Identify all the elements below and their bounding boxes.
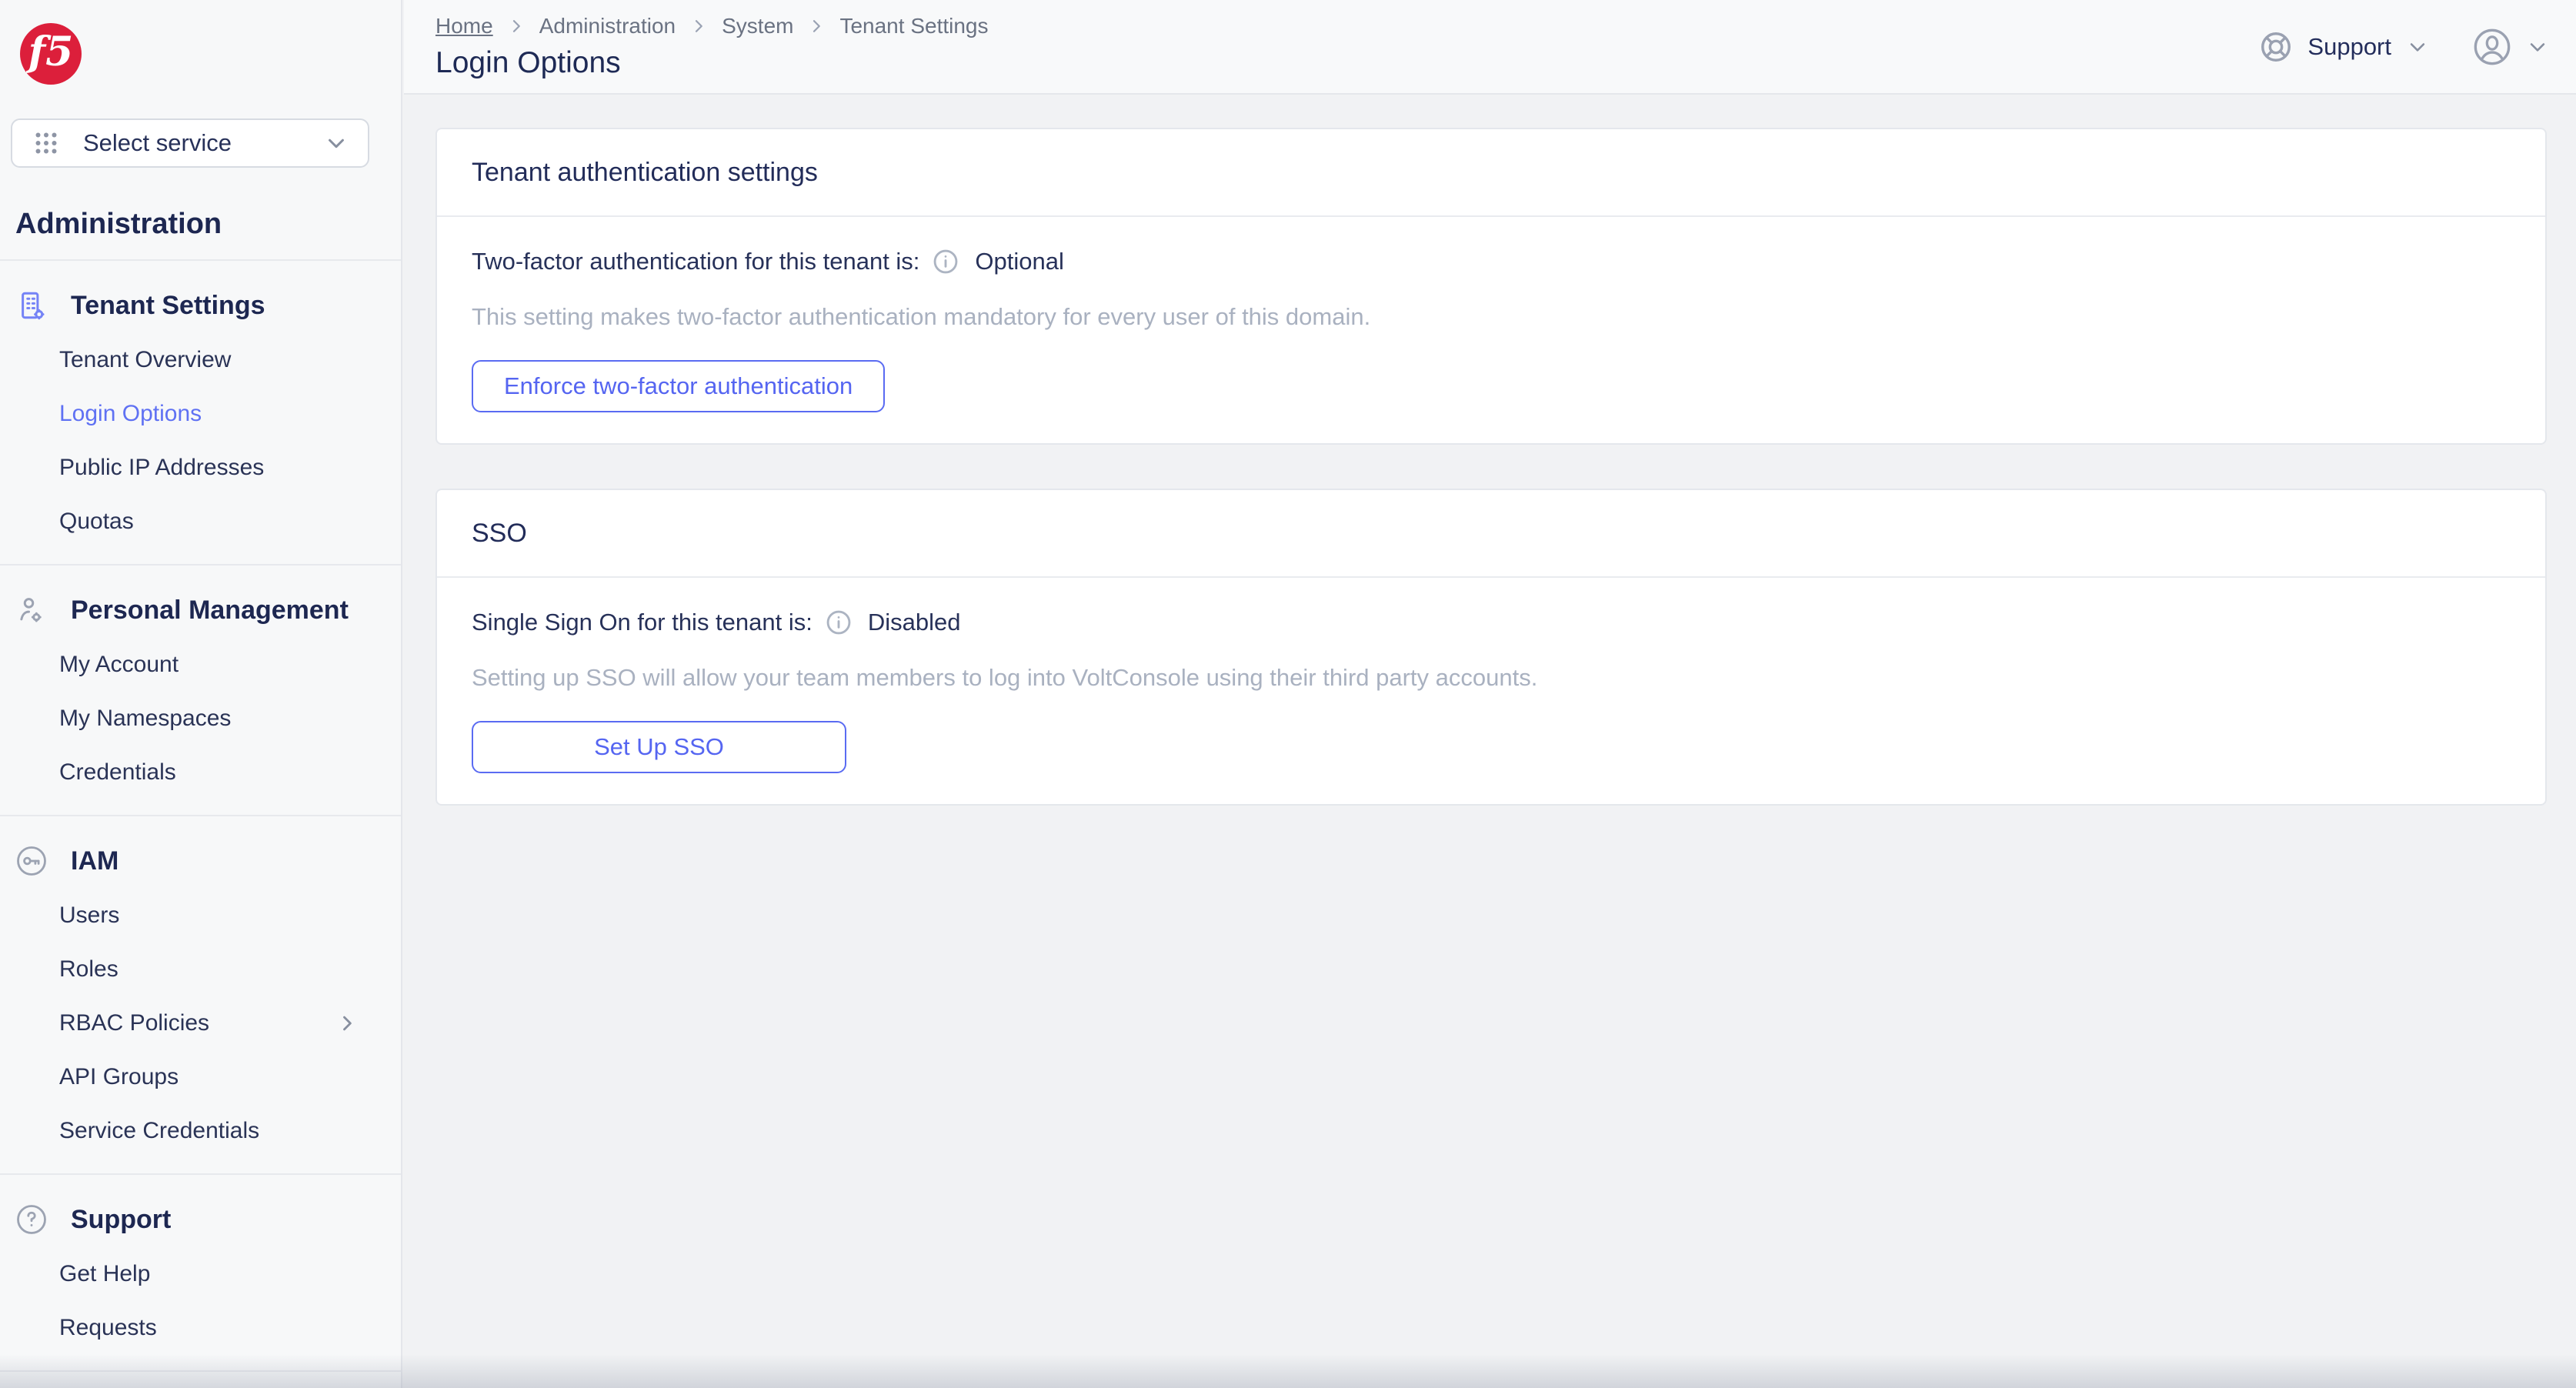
set-up-sso-button[interactable]: Set Up SSO xyxy=(472,721,846,773)
card-title: SSO xyxy=(437,490,2545,578)
sidebar-item-service-credentials[interactable]: Service Credentials xyxy=(59,1104,358,1158)
nav-item-label: Get Help xyxy=(59,1261,151,1286)
sidebar-item-login-options[interactable]: Login Options xyxy=(59,387,358,441)
chevron-down-icon xyxy=(329,138,344,148)
support-menu-label: Support xyxy=(2307,32,2391,60)
nav-section-tenant-settings: Tenant Settings Tenant Overview Login Op… xyxy=(0,259,401,564)
sidebar-nav: Tenant Settings Tenant Overview Login Op… xyxy=(0,259,401,1372)
sidebar-item-quotas[interactable]: Quotas xyxy=(59,495,358,549)
section-header-personal-management[interactable]: Personal Management xyxy=(15,595,358,626)
chevron-right-icon xyxy=(813,19,821,32)
section-label: Tenant Settings xyxy=(71,290,265,320)
section-label: Support xyxy=(71,1204,172,1234)
grid-icon xyxy=(35,132,57,154)
life-buoy-icon xyxy=(2261,32,2291,62)
sidebar-item-roles[interactable]: Roles xyxy=(59,943,358,996)
sidebar-item-my-account[interactable]: My Account xyxy=(59,638,358,692)
user-menu[interactable] xyxy=(2473,28,2548,66)
two-factor-status-value: Optional xyxy=(975,248,1064,275)
chevron-down-icon xyxy=(2530,42,2545,52)
key-icon xyxy=(17,846,46,876)
chevron-right-icon xyxy=(343,1016,352,1031)
header-left: Home Administration System Tenant Settin… xyxy=(435,14,989,80)
nav-item-label: Credentials xyxy=(59,759,176,785)
card-body: Single Sign On for this tenant is: Disab… xyxy=(437,578,2545,804)
select-service-label: Select service xyxy=(83,129,232,156)
breadcrumb: Home Administration System Tenant Settin… xyxy=(435,14,989,38)
nav-item-label: Tenant Overview xyxy=(59,347,232,372)
breadcrumb-administration[interactable]: Administration xyxy=(539,14,676,38)
nav-section-personal-management: Personal Management My Account My Namesp… xyxy=(0,564,401,815)
breadcrumb-home[interactable]: Home xyxy=(435,14,493,38)
help-icon xyxy=(17,1205,46,1234)
person-gear-icon xyxy=(20,598,42,622)
nav-item-label: Roles xyxy=(59,956,118,982)
section-header-tenant-settings[interactable]: Tenant Settings xyxy=(15,290,358,321)
f5-logo: f5 xyxy=(20,23,82,85)
section-label: IAM xyxy=(71,846,119,876)
user-avatar-icon xyxy=(2474,28,2511,65)
chevron-right-icon xyxy=(512,19,520,32)
two-factor-description: This setting makes two-factor authentica… xyxy=(472,303,1371,330)
page-title: Login Options xyxy=(435,45,621,79)
support-menu[interactable]: Support xyxy=(2258,29,2428,65)
tenant-settings-icon xyxy=(22,292,45,320)
main-content: Tenant authentication settings Two-facto… xyxy=(404,96,2576,1388)
enforce-two-factor-button[interactable]: Enforce two-factor authentication xyxy=(472,360,886,412)
nav-item-label: RBAC Policies xyxy=(59,1010,210,1036)
two-factor-status-label: Two-factor authentication for this tenan… xyxy=(472,248,920,275)
breadcrumb-tenant-settings: Tenant Settings xyxy=(839,13,989,38)
card-title: Tenant authentication settings xyxy=(437,129,2545,217)
product-title: Administration xyxy=(15,208,222,240)
nav-item-label: Service Credentials xyxy=(59,1118,260,1143)
sidebar: f5 Select service Administration Tenant … xyxy=(0,0,402,1388)
sidebar-item-tenant-overview[interactable]: Tenant Overview xyxy=(59,333,358,387)
breadcrumb-system[interactable]: System xyxy=(722,14,793,38)
two-factor-status-row: Two-factor authentication for this tenan… xyxy=(472,246,2511,277)
sso-description: Setting up SSO will allow your team memb… xyxy=(472,664,1538,691)
info-icon[interactable] xyxy=(825,609,853,636)
chevron-down-icon xyxy=(2410,42,2425,52)
sidebar-item-api-groups[interactable]: API Groups xyxy=(59,1050,358,1104)
sso-status-value: Disabled xyxy=(867,609,961,636)
nav-section-iam: IAM Users Roles RBAC Policies API Groups xyxy=(0,815,401,1173)
card-tenant-authentication: Tenant authentication settings Two-facto… xyxy=(435,128,2547,445)
sidebar-item-rbac-policies[interactable]: RBAC Policies xyxy=(59,996,358,1050)
nav-section-support: Support Get Help Requests xyxy=(0,1173,401,1372)
nav-item-label: Login Options xyxy=(59,401,202,426)
chevron-right-icon xyxy=(695,19,702,32)
card-body: Two-factor authentication for this tenan… xyxy=(437,217,2545,443)
section-header-iam[interactable]: IAM xyxy=(15,846,358,876)
nav-item-label: API Groups xyxy=(59,1064,179,1089)
nav-item-label: My Account xyxy=(59,652,179,677)
sso-status-label: Single Sign On for this tenant is: xyxy=(472,609,813,636)
nav-item-label: Public IP Addresses xyxy=(59,455,265,480)
sidebar-item-credentials[interactable]: Credentials xyxy=(59,746,358,799)
select-service-dropdown[interactable]: Select service xyxy=(11,118,369,168)
nav-item-label: Requests xyxy=(59,1315,157,1340)
nav-item-label: Quotas xyxy=(59,509,134,534)
top-header: Home Administration System Tenant Settin… xyxy=(404,0,2576,95)
sidebar-item-get-help[interactable]: Get Help xyxy=(59,1247,358,1301)
info-icon[interactable] xyxy=(932,248,959,275)
sidebar-item-requests[interactable]: Requests xyxy=(59,1301,358,1355)
nav-item-label: Users xyxy=(59,903,120,928)
nav-item-label: My Namespaces xyxy=(59,706,232,731)
sidebar-item-users[interactable]: Users xyxy=(59,889,358,943)
header-right: Support xyxy=(2258,28,2548,66)
card-sso: SSO Single Sign On for this tenant is: D… xyxy=(435,489,2547,806)
section-header-support[interactable]: Support xyxy=(15,1204,358,1235)
section-label: Personal Management xyxy=(71,595,349,625)
sidebar-item-my-namespaces[interactable]: My Namespaces xyxy=(59,692,358,746)
sso-status-row: Single Sign On for this tenant is: Disab… xyxy=(472,607,2511,638)
sidebar-item-public-ip-addresses[interactable]: Public IP Addresses xyxy=(59,441,358,495)
